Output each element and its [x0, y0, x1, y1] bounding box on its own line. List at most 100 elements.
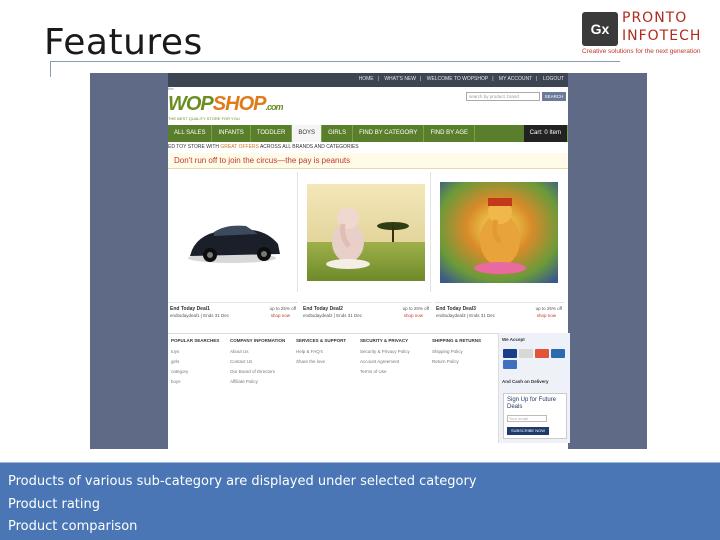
brand-part1: WOP — [168, 93, 214, 115]
footer-link[interactable]: Our Board of Directors — [230, 369, 296, 374]
bullet-line: Product rating — [8, 496, 101, 512]
we-accept-heading: We Accept — [502, 337, 525, 342]
logo-name-line2: INFOTECH — [622, 28, 702, 44]
footer-col-popular: POPULAR SEARCHES toys girls category boy… — [171, 338, 237, 389]
top-nav-account[interactable]: MY ACCOUNT — [499, 76, 532, 82]
logo-mark: Gx — [582, 12, 618, 46]
ganesha-landscape-image — [307, 184, 425, 281]
footer-heading: COMPANY INFORMATION — [230, 338, 286, 343]
signup-title: Sign Up for Future Deals — [507, 397, 557, 410]
deal-info-1: End Today Deal1 endtodaydeal1 | Ends 31 … — [168, 302, 298, 324]
mastercard-icon — [535, 349, 549, 358]
footer-link[interactable]: Terms of Use — [360, 369, 426, 374]
footer-link[interactable]: Shipping Policy — [432, 349, 498, 354]
paypal-card-icon — [503, 360, 517, 369]
deal-ends: endtodaydeal3 | Ends 31 Dec — [436, 313, 495, 318]
deal-name: End Today Deal1 — [170, 306, 210, 312]
promo-highlight: GREAT OFFERS — [220, 144, 259, 150]
brand-domain: .com — [265, 102, 283, 112]
footer-link[interactable]: Contact Us — [230, 359, 296, 364]
bullet-line: Product comparison — [8, 519, 138, 534]
footer-link[interactable]: About Us — [230, 349, 296, 354]
car-product-image — [170, 180, 296, 285]
nav-toddler[interactable]: TODDLER — [251, 125, 293, 142]
logo-tagline: Creative solutions for the next generati… — [582, 48, 701, 55]
promo-after: ACROSS ALL BRANDS AND CATEGORIES — [258, 144, 359, 150]
search-button[interactable]: SEARCH — [542, 92, 566, 101]
footer-link[interactable]: boys — [171, 379, 237, 384]
brand-prefix: the — [168, 86, 174, 91]
promo-strip: ED TOY STORE WITH GREAT OFFERS ACROSS AL… — [168, 144, 568, 152]
email-field[interactable]: Your email — [507, 415, 547, 422]
footer-heading: POPULAR SEARCHES — [171, 338, 220, 343]
brand-part2: SHOP — [212, 93, 267, 115]
footer-link[interactable]: Help & FAQ's — [296, 349, 362, 354]
nav-girls[interactable]: GIRLS — [322, 125, 354, 142]
bullet-line: Products of various sub-category are dis… — [8, 474, 477, 489]
footer-link[interactable]: category — [171, 369, 237, 374]
footer-heading: SHIPPING & RETURNS — [432, 338, 482, 343]
top-nav-home[interactable]: HOME — [359, 76, 374, 82]
deal-discount: up to 25% off — [269, 306, 296, 311]
slide-title: Features — [44, 22, 203, 63]
ganesha-colorful-image — [440, 182, 558, 283]
deal-ends: endtodaydeal1 | Ends 31 Dec — [170, 313, 229, 318]
nav-infants[interactable]: INFANTS — [212, 125, 251, 142]
deal-discount: up to 25% off — [535, 306, 562, 311]
deal-name: End Today Deal2 — [303, 306, 343, 312]
site-top-bar: HOME | WHAT'S NEW | WELCOME TO WOPSHOP | MY… — [168, 73, 568, 87]
company-logo: Gx PRONTO INFOTECH Creative solutions fo… — [580, 10, 712, 58]
category-navbar: ALL SALES INFANTS TODDLER BOYS GIRLS FIN… — [168, 125, 568, 142]
footer-link[interactable]: Return Policy — [432, 359, 498, 364]
top-nav-whats-new[interactable]: WHAT'S NEW — [384, 76, 416, 82]
payment-panel: We Accept And Cash on Delivery Sign Up f… — [498, 333, 570, 443]
cart-button[interactable]: Cart: 0 Item — [523, 125, 568, 142]
footer-link[interactable]: Share the love — [296, 359, 362, 364]
nav-boys[interactable]: BOYS — [292, 125, 323, 142]
promo-before: ED TOY STORE WITH — [168, 144, 221, 150]
footer-col-shipping: SHIPPING & RETURNS Shipping Policy Retur… — [432, 338, 498, 369]
search-input[interactable]: search by product, brand — [466, 92, 540, 101]
deal-info-2: End Today Deal2 endtodaydeal2 | Ends 31 … — [301, 302, 431, 324]
title-bracket — [50, 61, 51, 77]
footer-heading: SERVICES & SUPPORT — [296, 338, 347, 343]
nav-find-by-age[interactable]: FIND BY AGE — [424, 125, 476, 142]
shop-now-link[interactable]: shop now — [537, 313, 556, 318]
maestro-card-icon — [551, 349, 565, 358]
footer-link[interactable]: girls — [171, 359, 237, 364]
footer-link[interactable]: toys — [171, 349, 237, 354]
top-nav-welcome: WELCOME TO WOPSHOP — [426, 76, 489, 82]
shop-now-link[interactable]: shop now — [271, 313, 290, 318]
subscribe-button[interactable]: SUBSCRIBE NOW — [507, 427, 549, 435]
shop-now-link[interactable]: shop now — [404, 313, 423, 318]
footer-link[interactable]: Affiliate Policy — [230, 379, 296, 384]
deal-info-3: End Today Deal3 endtodaydeal3 | Ends 31 … — [434, 302, 564, 324]
deal-card-3[interactable] — [434, 172, 564, 292]
tagline-banner: Don't run off to join the circus—the pay… — [168, 153, 568, 169]
footer-col-company: COMPANY INFORMATION About Us Contact Us … — [230, 338, 296, 389]
deal-discount: up to 25% off — [402, 306, 429, 311]
caption-bar: Products of various sub-category are dis… — [0, 462, 720, 540]
nav-find-by-category[interactable]: FIND BY CATEGORY — [353, 125, 425, 142]
amex-card-icon — [519, 349, 533, 358]
deal-card-1[interactable] — [168, 172, 298, 292]
footer-link[interactable]: Security & Privacy Policy — [360, 349, 426, 354]
visa-card-icon — [503, 349, 517, 358]
brand-subtitle: THE BEST QUALITY STORE FOR YOU — [168, 116, 240, 121]
logo-name-line1: PRONTO — [622, 10, 688, 26]
site-logo[interactable]: WOPSHOP.com — [168, 93, 283, 116]
newsletter-signup: Sign Up for Future Deals Your email SUBS… — [503, 393, 567, 439]
top-nav: HOME | WHAT'S NEW | WELCOME TO WOPSHOP | MY… — [358, 76, 564, 82]
footer-link[interactable]: Account Agreement — [360, 359, 426, 364]
payment-card-icons — [503, 349, 569, 369]
deal-name: End Today Deal3 — [436, 306, 476, 312]
nav-all-sales[interactable]: ALL SALES — [168, 125, 213, 142]
deal-card-2[interactable] — [301, 172, 431, 292]
footer-links: POPULAR SEARCHES toys girls category boy… — [168, 333, 498, 433]
title-underline — [50, 61, 620, 62]
footer-col-security: SECURITY & PRIVACY Security & Privacy Po… — [360, 338, 426, 379]
cash-on-delivery: And Cash on Delivery — [502, 379, 549, 384]
deal-ends: endtodaydeal2 | Ends 31 Dec — [303, 313, 362, 318]
footer-heading: SECURITY & PRIVACY — [360, 338, 409, 343]
top-nav-logout[interactable]: LOGOUT — [543, 76, 564, 82]
